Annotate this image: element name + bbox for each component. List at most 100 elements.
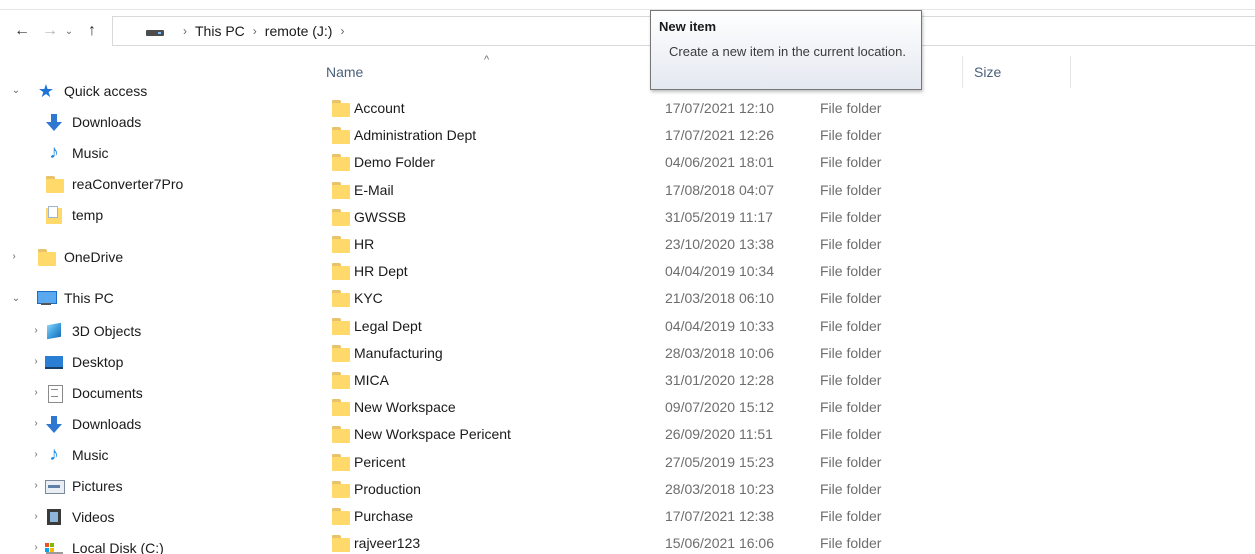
column-divider[interactable] xyxy=(962,56,963,88)
computer-icon xyxy=(36,289,57,307)
file-type: File folder xyxy=(820,263,882,280)
breadcrumb: › This PC › remote (J:) › xyxy=(175,21,352,41)
cube-icon xyxy=(44,322,64,340)
arrow-right-icon: → xyxy=(42,22,58,39)
sidebar-item-downloads[interactable]: Downloads xyxy=(44,108,141,136)
sidebar-item-desktop[interactable]: Desktop xyxy=(44,348,123,376)
folder-icon xyxy=(330,344,350,362)
chevron-down-icon[interactable]: ⌄ xyxy=(10,292,22,304)
chevron-right-icon[interactable]: › xyxy=(30,510,42,522)
chevron-right-icon[interactable]: › xyxy=(30,417,42,429)
sidebar-item-reaconverter[interactable]: reaConverter7Pro xyxy=(44,170,183,198)
folder-icon xyxy=(44,175,64,193)
sidebar-item-label: Quick access xyxy=(64,83,148,99)
sidebar-item-music[interactable]: ♪ Music xyxy=(44,139,109,167)
folder-icon xyxy=(330,153,350,172)
file-row[interactable]: Administration Dept 17/07/2021 12:26 File … xyxy=(324,122,1224,149)
file-date-modified: 31/05/2019 11:17 xyxy=(665,208,773,225)
back-button[interactable]: ← xyxy=(10,19,34,43)
folder-icon xyxy=(330,289,350,308)
file-row[interactable]: Legal Dept 04/04/2019 10:33 File folder xyxy=(324,313,1224,340)
column-header-name[interactable]: Name xyxy=(326,56,363,88)
sidebar-item-label: 3D Objects xyxy=(72,323,142,339)
chevron-right-icon[interactable]: › xyxy=(340,24,344,38)
sidebar-item-quick-access[interactable]: ★ Quick access xyxy=(36,77,147,105)
folder-icon xyxy=(330,181,350,199)
file-date-modified: 04/04/2019 10:34 xyxy=(665,263,774,280)
chevron-right-icon[interactable]: › xyxy=(30,448,42,460)
sidebar-item-downloads-pc[interactable]: Downloads xyxy=(44,410,141,438)
sidebar-item-local-disk[interactable]: Local Disk (C:) xyxy=(44,534,164,554)
chevron-right-icon[interactable]: › xyxy=(253,24,257,38)
sidebar-item-3d-objects[interactable]: 3D Objects xyxy=(44,317,141,345)
file-row[interactable]: HR 23/10/2020 13:38 File folder xyxy=(324,231,1224,258)
up-button[interactable]: ↑ xyxy=(80,19,104,43)
film-icon xyxy=(44,508,64,526)
chevron-right-icon[interactable]: › xyxy=(30,479,42,491)
file-name: Legal Dept xyxy=(354,317,422,334)
chevron-right-icon[interactable]: › xyxy=(30,324,42,336)
chevron-right-icon[interactable]: › xyxy=(8,250,20,262)
breadcrumb-remote-j[interactable]: remote (J:) xyxy=(265,23,333,39)
recent-locations-button[interactable]: ⌄ xyxy=(60,19,78,43)
chevron-right-icon[interactable]: › xyxy=(30,386,42,398)
file-date-modified: 17/08/2018 04:07 xyxy=(665,181,774,198)
file-row[interactable]: Pericent 27/05/2019 15:23 File folder xyxy=(324,449,1224,476)
sidebar-item-documents[interactable]: Documents xyxy=(44,379,143,407)
navigation-pane: ⌄ ★ Quick access Downloads ♪ Music reaCo… xyxy=(0,72,300,554)
column-header-size[interactable]: Size xyxy=(974,56,1001,88)
arrow-left-icon: ← xyxy=(14,22,30,39)
column-divider[interactable] xyxy=(1070,56,1071,88)
chevron-right-icon[interactable]: › xyxy=(30,541,42,553)
folder-icon xyxy=(330,534,350,553)
file-row[interactable]: Production 28/03/2018 10:23 File folder xyxy=(324,476,1224,503)
sidebar-item-label: Music xyxy=(72,145,109,161)
window-top-edge xyxy=(0,0,1255,10)
file-row[interactable]: HR Dept 04/04/2019 10:34 File folder xyxy=(324,258,1224,285)
file-type: File folder xyxy=(820,399,882,416)
file-type: File folder xyxy=(820,453,882,470)
chevron-right-icon[interactable]: › xyxy=(30,355,42,367)
breadcrumb-this-pc[interactable]: This PC xyxy=(195,23,245,39)
new-item-tooltip: New item Create a new item in the curren… xyxy=(650,10,922,90)
file-row[interactable]: KYC 21/03/2018 06:10 File folder xyxy=(324,285,1224,312)
file-row[interactable]: New Workspace Pericent 26/09/2020 11:51 Fi… xyxy=(324,421,1224,448)
folder-icon xyxy=(330,126,350,145)
folder-icon xyxy=(330,371,350,389)
file-type: File folder xyxy=(820,426,882,443)
chevron-down-icon: ⌄ xyxy=(64,25,74,37)
file-date-modified: 23/10/2020 13:38 xyxy=(665,236,774,252)
chevron-down-icon[interactable]: ⌄ xyxy=(10,84,22,96)
file-type: File folder xyxy=(820,535,882,552)
chevron-right-icon[interactable]: › xyxy=(183,24,187,38)
file-name: KYC xyxy=(354,290,383,307)
file-type: File folder xyxy=(820,154,882,171)
file-row[interactable]: E-Mail 17/08/2018 04:07 File folder xyxy=(324,177,1224,204)
file-row[interactable]: Manufacturing 28/03/2018 10:06 File folder xyxy=(324,340,1224,367)
file-row[interactable]: GWSSB 31/05/2019 11:17 File folder xyxy=(324,204,1224,231)
file-type: File folder xyxy=(820,508,882,524)
sidebar-item-videos[interactable]: Videos xyxy=(44,503,115,531)
file-name: Production xyxy=(354,480,421,497)
sidebar-item-label: Music xyxy=(72,447,109,463)
file-date-modified: 28/03/2018 10:23 xyxy=(665,480,774,497)
file-row[interactable]: Account 17/07/2021 12:10 File folder xyxy=(324,95,1224,122)
file-name: Purchase xyxy=(354,508,414,524)
file-row[interactable]: rajveer123 15/06/2021 16:06 File folder xyxy=(324,530,1224,554)
sidebar-item-temp[interactable]: temp xyxy=(44,201,103,229)
file-row[interactable]: Purchase 17/07/2021 12:38 File folder xyxy=(324,503,1224,530)
sidebar-item-music-pc[interactable]: ♪ Music xyxy=(44,441,109,469)
tooltip-title: New item xyxy=(659,19,717,34)
file-name: E-Mail xyxy=(354,181,394,198)
file-row[interactable]: MICA 31/01/2020 12:28 File folder xyxy=(324,367,1224,394)
file-row[interactable]: Demo Folder 04/06/2021 18:01 File folder xyxy=(324,149,1224,176)
file-row[interactable]: New Workspace 09/07/2020 15:12 File folder xyxy=(324,394,1224,421)
forward-button[interactable]: → xyxy=(38,19,62,43)
sidebar-item-this-pc[interactable]: This PC xyxy=(36,284,114,312)
sidebar-item-onedrive[interactable]: OneDrive xyxy=(36,243,123,271)
arrow-up-icon: ↑ xyxy=(88,22,96,39)
star-icon: ★ xyxy=(37,81,55,101)
file-type: File folder xyxy=(820,480,882,497)
sidebar-item-pictures[interactable]: Pictures xyxy=(44,472,123,500)
music-note-icon: ♪ xyxy=(49,142,59,163)
